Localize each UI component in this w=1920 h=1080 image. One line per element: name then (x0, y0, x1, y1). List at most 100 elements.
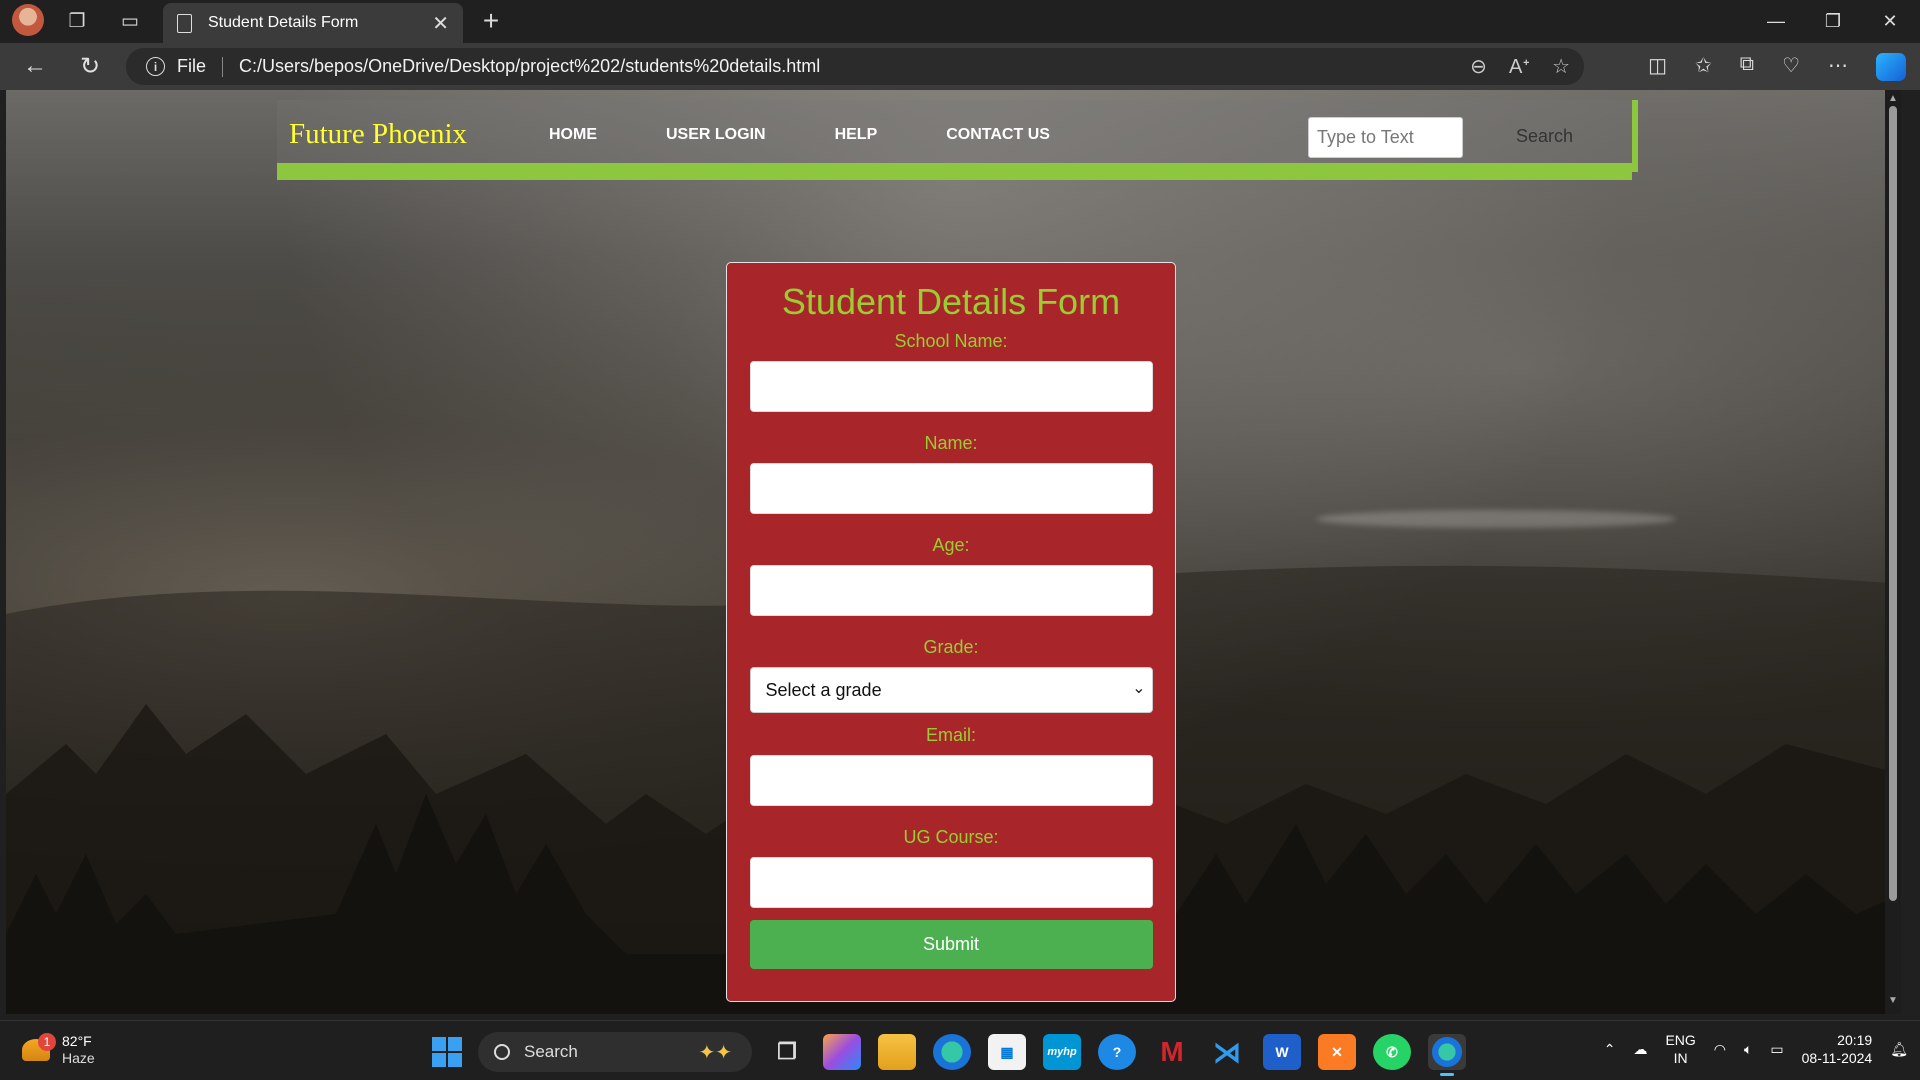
microsoft-store-icon[interactable]: ▦ (988, 1034, 1026, 1070)
refresh-icon[interactable]: ↻ (73, 51, 107, 81)
mcafee-icon[interactable]: M (1153, 1034, 1191, 1070)
grade-select-value: Select a grade (765, 680, 882, 700)
search-highlight-icon: ✦✦ (698, 1041, 732, 1064)
age-input[interactable] (749, 565, 1153, 616)
myhp-icon[interactable]: myhp (1043, 1034, 1081, 1070)
zoom-out-icon[interactable]: ⊖ (1470, 54, 1487, 79)
favorite-star-icon[interactable]: ☆ (1552, 54, 1570, 79)
nav-user-login[interactable]: USER LOGIN (666, 126, 766, 144)
read-aloud-icon[interactable]: Aᐩ (1509, 54, 1530, 79)
ug-course-input[interactable] (749, 857, 1153, 908)
nav-home[interactable]: HOME (549, 126, 597, 144)
school-name-label: School Name: (894, 331, 1008, 351)
form-title: Student Details Form (781, 281, 1121, 322)
region-code: IN (1673, 1050, 1688, 1066)
clock-time: 20:19 (1837, 1032, 1873, 1048)
student-details-form: Student Details Form School Name: Name: … (726, 262, 1176, 1002)
scrollbar-thumb[interactable] (1889, 106, 1897, 901)
browser-tab-strip: ❐ ▭ Student Details Form ✕ + — ❐ ✕ (0, 0, 1920, 43)
favorites-icon[interactable]: ✩ (1695, 53, 1712, 81)
clock[interactable]: 20:19 08-11-2024 (1802, 1031, 1873, 1067)
split-screen-icon[interactable]: ◫ (1648, 53, 1667, 81)
tab-actions-icon[interactable]: ▭ (115, 6, 145, 36)
page-scrollbar[interactable]: ▲ ▼ (1885, 90, 1901, 1014)
weather-widget[interactable]: 1 82°F Haze (22, 1033, 95, 1067)
restore-icon[interactable]: ❐ (1808, 6, 1858, 36)
clock-date: 08-11-2024 (1801, 1050, 1873, 1066)
vscode-icon[interactable]: ⋊ (1208, 1034, 1246, 1070)
nav-help[interactable]: HELP (835, 126, 878, 144)
age-label: Age: (932, 535, 970, 555)
search-icon (494, 1044, 510, 1060)
xampp-icon[interactable]: ✕ (1318, 1034, 1356, 1070)
email-input[interactable] (749, 755, 1153, 806)
page-viewport: Future Phoenix HOME USER LOGIN HELP CONT… (6, 90, 1901, 1014)
close-tab-icon[interactable]: ✕ (432, 11, 449, 36)
email-label: Email: (925, 725, 976, 745)
school-name-input[interactable] (749, 361, 1153, 412)
scroll-up-icon[interactable]: ▲ (1888, 94, 1898, 104)
scroll-down-icon[interactable]: ▼ (1888, 996, 1898, 1006)
chevron-down-icon: ⌄ (1132, 680, 1146, 697)
word-icon[interactable]: W (1263, 1034, 1301, 1070)
volume-icon[interactable]: 🔈︎ (1744, 1041, 1752, 1058)
name-label: Name: (924, 433, 978, 453)
site-brand-logo[interactable]: Future Phoenix (289, 118, 467, 151)
nav-contact-us[interactable]: CONTACT US (946, 126, 1050, 144)
browser-actions: ◫ ✩ ⧉ ♡ ⋯ (1648, 53, 1906, 81)
address-url[interactable]: C:/Users/bepos/OneDrive/Desktop/project%… (239, 56, 820, 77)
wifi-icon[interactable]: ◠ (1714, 1041, 1726, 1058)
name-input[interactable] (749, 463, 1153, 514)
site-search-input[interactable] (1308, 117, 1463, 158)
workspaces-icon[interactable]: ❐ (62, 6, 92, 36)
back-icon[interactable]: ← (18, 51, 52, 81)
new-tab-icon[interactable]: + (476, 5, 506, 36)
weather-haze-icon: 1 (22, 1033, 56, 1061)
show-hidden-icons-chevron-icon[interactable]: ⌃ (1604, 1041, 1616, 1058)
weather-condition: Haze (62, 1050, 95, 1066)
language-indicator[interactable]: ENG IN (1665, 1031, 1695, 1067)
weather-temperature: 82°F (62, 1033, 92, 1049)
language-code: ENG (1665, 1032, 1696, 1048)
edge-icon[interactable] (933, 1034, 971, 1070)
taskbar-search-label: Search (524, 1042, 578, 1061)
edge-dev-icon[interactable] (1428, 1034, 1466, 1076)
pinned-apps: ❐ ▦ myhp ? M ⋊ W ✕ ✆ (768, 1034, 1466, 1076)
browser-toolbar: ← ↻ i File C:/Users/bepos/OneDrive/Deskt… (0, 43, 1920, 90)
address-bar[interactable]: i File C:/Users/bepos/OneDrive/Desktop/p… (126, 48, 1584, 85)
browser-essentials-icon[interactable]: ♡ (1782, 53, 1800, 81)
site-info-icon[interactable]: i (146, 57, 165, 76)
minimize-icon[interactable]: — (1751, 6, 1801, 36)
grade-label: Grade: (923, 637, 979, 657)
task-view-icon[interactable]: ❐ (768, 1034, 806, 1070)
battery-icon[interactable]: ▭ (1770, 1041, 1783, 1058)
ug-course-label: UG Course: (903, 827, 999, 847)
site-search-button[interactable]: Search (1516, 126, 1573, 147)
start-windows-icon[interactable] (432, 1037, 462, 1067)
site-nav: HOME USER LOGIN HELP CONTACT US (549, 126, 1119, 144)
submit-button[interactable]: Submit (749, 920, 1153, 969)
notifications-bell-icon[interactable]: 🔔︎ (1890, 1041, 1908, 1058)
grade-select[interactable]: Select a grade ⌄ (749, 667, 1153, 713)
taskbar-search[interactable]: Search ✦✦ (478, 1032, 752, 1072)
get-help-icon[interactable]: ? (1098, 1034, 1136, 1070)
system-tray: ⌃ ☁ ENG IN ◠ 🔈︎ ▭ 20:19 08-11-2024 🔔︎ (1604, 1031, 1908, 1067)
address-actions: ⊖ Aᐩ ☆ (1470, 54, 1570, 79)
tab-student-details[interactable]: Student Details Form ✕ (163, 3, 463, 43)
address-scheme: File (177, 56, 207, 76)
whatsapp-icon[interactable]: ✆ (1373, 1034, 1411, 1070)
profile-avatar-icon[interactable] (12, 4, 44, 36)
address-divider (222, 56, 224, 77)
tab-title: Student Details Form (208, 14, 359, 31)
more-menu-icon[interactable]: ⋯ (1828, 53, 1848, 81)
windows-taskbar: 1 82°F Haze Search ✦✦ ❐ ▦ myhp ? M ⋊ W ✕… (0, 1020, 1920, 1080)
collections-icon[interactable]: ⧉ (1740, 53, 1754, 81)
page-icon (177, 13, 192, 33)
onedrive-icon[interactable]: ☁ (1633, 1041, 1647, 1058)
copilot-icon[interactable] (823, 1034, 861, 1070)
site-header: Future Phoenix HOME USER LOGIN HELP CONT… (277, 100, 1632, 172)
copilot-icon[interactable] (1876, 53, 1906, 81)
weather-alert-badge: 1 (38, 1033, 56, 1051)
file-explorer-icon[interactable] (878, 1034, 916, 1070)
close-window-icon[interactable]: ✕ (1865, 6, 1915, 36)
